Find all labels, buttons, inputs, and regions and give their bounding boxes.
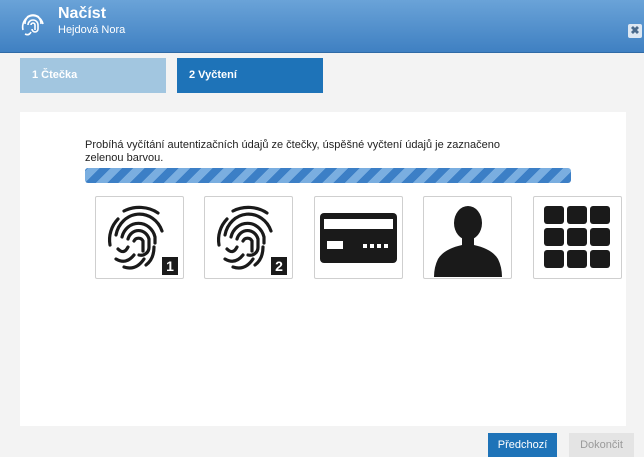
card-tile[interactable] [314,196,403,279]
fingerprint-1-tile[interactable]: 1 [95,196,184,279]
window-title: Načíst [58,5,107,22]
fingerprint-2-icon: 2 [216,205,287,275]
person-tile[interactable] [423,196,512,279]
fingerprint-1-icon: 1 [107,205,178,275]
keypad-tile[interactable] [533,196,622,279]
fingerprint-2-tile[interactable]: 2 [204,196,293,279]
badge-1: 1 [166,258,174,274]
finish-button[interactable]: Dokončit [569,433,634,457]
status-message: Probíhá vyčítání autentizačních údajů ze… [85,139,500,164]
card-icon [320,213,397,263]
badge-2: 2 [275,258,283,274]
step-readout[interactable]: 2 Vyčtení [177,58,323,93]
progress-bar [85,168,571,183]
person-icon [434,206,502,277]
close-button[interactable]: ✖ [628,24,642,38]
previous-button[interactable]: Předchozí [488,433,557,457]
title-bar: Načíst Hejdová Nora ✖ [0,0,644,53]
window-subtitle: Hejdová Nora [58,24,126,36]
content-panel: Probíhá vyčítání autentizačních údajů ze… [20,112,626,426]
keypad-icon [544,206,610,268]
step-reader[interactable]: 1 Čtečka [20,58,166,93]
fingerprint-app-icon [21,14,44,36]
